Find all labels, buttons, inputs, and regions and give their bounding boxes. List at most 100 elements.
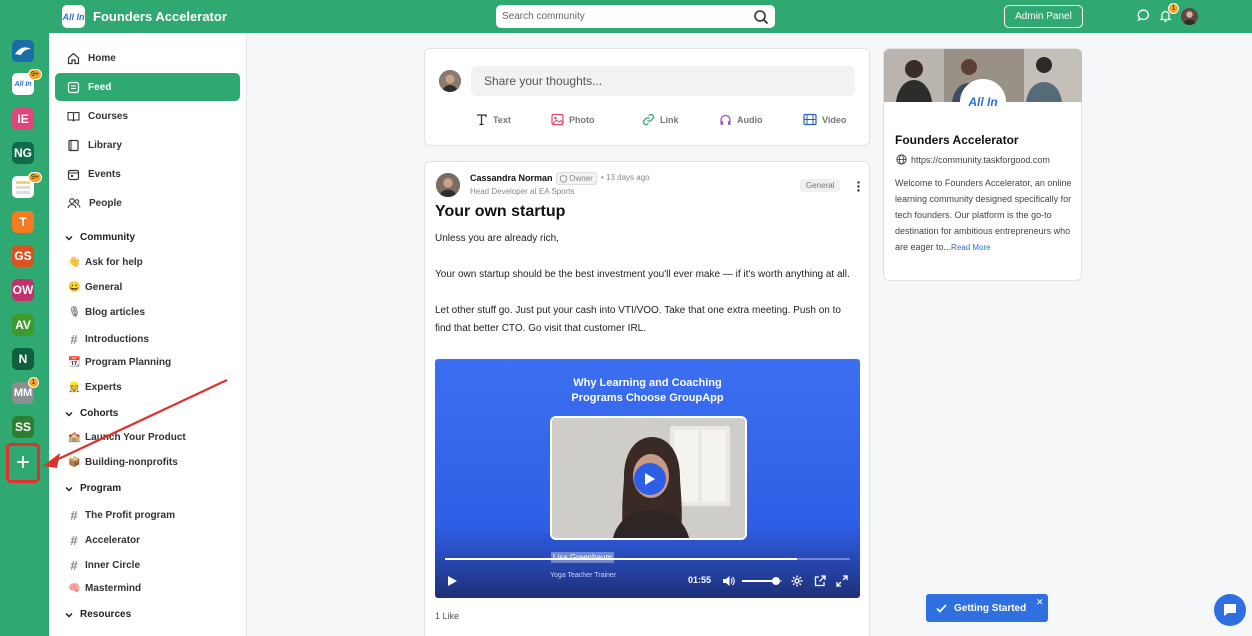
section-community[interactable]: Community xyxy=(65,232,135,243)
composer-link-button[interactable]: Link xyxy=(642,113,679,126)
brand-logo: All In xyxy=(62,5,85,28)
volume-icon[interactable] xyxy=(722,575,735,587)
chevron-down-icon xyxy=(65,612,73,618)
volume-slider-handle[interactable] xyxy=(772,577,780,585)
channel-program-planning[interactable]: 📆 Program Planning xyxy=(68,357,171,368)
fullscreen-icon[interactable] xyxy=(836,575,848,587)
channel-launch-your-product[interactable]: 🏫 Launch Your Product xyxy=(68,432,186,443)
community-logo: All In xyxy=(960,79,1006,125)
rail-badge-mm: 1 xyxy=(28,377,39,388)
video-thumbnail xyxy=(550,416,747,540)
nav-courses[interactable]: Courses xyxy=(55,102,240,130)
channel-general[interactable]: 😀 General xyxy=(68,282,122,293)
channel-ask-for-help[interactable]: 👋 Ask for help xyxy=(68,257,143,268)
community-icon-n[interactable]: N xyxy=(12,348,34,370)
like-count[interactable]: 1 Like xyxy=(435,611,459,621)
channel-experts[interactable]: 👷 Experts xyxy=(68,382,122,393)
notification-count-badge: 1 xyxy=(1168,3,1179,14)
section-program[interactable]: Program xyxy=(65,483,121,494)
nav-label: Events xyxy=(88,168,121,180)
section-cohorts[interactable]: Cohorts xyxy=(65,408,118,419)
composer-video-button[interactable]: Video xyxy=(803,113,846,126)
user-avatar[interactable] xyxy=(1181,8,1198,25)
play-button-icon[interactable] xyxy=(447,575,458,587)
settings-icon[interactable] xyxy=(791,575,803,587)
video-progress-fill xyxy=(445,558,798,560)
feed-icon xyxy=(67,81,80,93)
channel-inner-circle[interactable]: # Inner Circle xyxy=(68,558,140,573)
chat-icon[interactable] xyxy=(1137,9,1150,22)
support-chat-button[interactable] xyxy=(1214,594,1246,626)
composer-text-button[interactable]: Text xyxy=(475,113,511,126)
home-icon xyxy=(67,52,80,64)
post-title: Your own startup xyxy=(435,203,566,220)
community-switcher-rail: All In 9+ IE NG 9+ T GS OW AV N MM 1 SS … xyxy=(0,33,49,636)
search-input[interactable]: Search community xyxy=(496,5,775,28)
sidebar: Home Feed Courses Library Events People … xyxy=(49,33,247,636)
nav-feed[interactable]: Feed xyxy=(55,73,240,101)
post-paragraph: Unless you are already rich, xyxy=(435,233,559,244)
video-player[interactable]: Why Learning and Coaching Programs Choos… xyxy=(435,359,860,598)
community-icon-ow[interactable]: OW xyxy=(12,279,34,301)
composer-photo-button[interactable]: Photo xyxy=(551,113,595,126)
add-community-button[interactable]: + xyxy=(6,443,40,483)
plus-icon: + xyxy=(15,449,30,476)
nav-events[interactable]: Events xyxy=(55,160,240,188)
channel-the-profit-program[interactable]: # The Profit program xyxy=(68,508,175,523)
community-icon-1[interactable] xyxy=(12,40,34,62)
nav-home[interactable]: Home xyxy=(55,44,240,72)
photo-icon xyxy=(551,113,564,126)
composer-audio-button[interactable]: Audio xyxy=(719,113,763,126)
volume-slider[interactable] xyxy=(742,577,782,585)
video-progress-bar[interactable] xyxy=(445,558,850,560)
read-more-link[interactable]: Read More xyxy=(951,243,991,252)
chevron-down-icon xyxy=(65,486,73,492)
video-icon xyxy=(803,113,817,126)
getting-started-button[interactable]: Getting Started xyxy=(926,594,1048,622)
post-paragraph: Your own startup should be the best inve… xyxy=(435,269,850,280)
community-url[interactable]: https://community.taskforgood.com xyxy=(896,154,1050,165)
nav-label: People xyxy=(89,197,122,209)
people-icon xyxy=(67,197,81,208)
text-icon xyxy=(477,114,487,126)
channel-tag[interactable]: General xyxy=(800,179,841,192)
composer-avatar xyxy=(439,70,461,92)
open-external-icon[interactable] xyxy=(814,575,826,587)
community-icon-gs[interactable]: GS xyxy=(12,245,34,267)
admin-panel-button[interactable]: Admin Panel xyxy=(1004,5,1083,28)
nav-label: Library xyxy=(88,139,122,151)
share-thoughts-input[interactable]: Share your thoughts... xyxy=(471,66,855,96)
library-icon xyxy=(68,139,79,151)
channel-building-nonprofits[interactable]: 📦 Building-nonprofits xyxy=(68,457,178,468)
microphone-icon: 🎙 xyxy=(68,307,81,318)
chat-bubble-icon xyxy=(1224,604,1236,616)
brand[interactable]: All In Founders Accelerator xyxy=(62,5,227,28)
play-icon[interactable] xyxy=(634,463,666,495)
nav-library[interactable]: Library xyxy=(55,131,240,159)
channel-blog-articles[interactable]: 🎙 Blog articles xyxy=(68,307,145,318)
search-icon[interactable] xyxy=(753,9,769,25)
post-timestamp: • 13 days ago xyxy=(601,173,650,182)
video-time: 01:55 xyxy=(688,575,712,585)
channel-mastermind[interactable]: 🧠 Mastermind xyxy=(68,583,141,594)
community-icon-av[interactable]: AV xyxy=(12,314,34,336)
nav-people[interactable]: People xyxy=(55,189,240,217)
author-avatar[interactable] xyxy=(436,173,460,197)
brain-icon: 🧠 xyxy=(68,583,81,594)
hashtag-icon: # xyxy=(70,508,78,523)
community-icon-ng[interactable]: NG xyxy=(12,142,34,164)
chevron-down-icon xyxy=(65,235,73,241)
close-icon[interactable]: ✕ xyxy=(1036,597,1044,608)
channel-accelerator[interactable]: # Accelerator xyxy=(68,533,140,548)
check-icon xyxy=(936,603,947,613)
feed-post: Cassandra Norman Owner • 13 days ago Hea… xyxy=(424,161,870,636)
community-icon-t[interactable]: T xyxy=(12,211,34,233)
wave-icon: 👋 xyxy=(68,257,81,268)
post-composer: Share your thoughts... Text Photo Link A… xyxy=(424,48,870,146)
more-options-icon[interactable] xyxy=(857,181,860,192)
section-resources[interactable]: Resources xyxy=(65,609,131,620)
channel-introductions[interactable]: # Introductions xyxy=(68,332,149,347)
community-icon-ss[interactable]: SS xyxy=(12,416,34,438)
community-icon-ie[interactable]: IE xyxy=(12,108,34,130)
author-name[interactable]: Cassandra Norman xyxy=(470,173,553,183)
